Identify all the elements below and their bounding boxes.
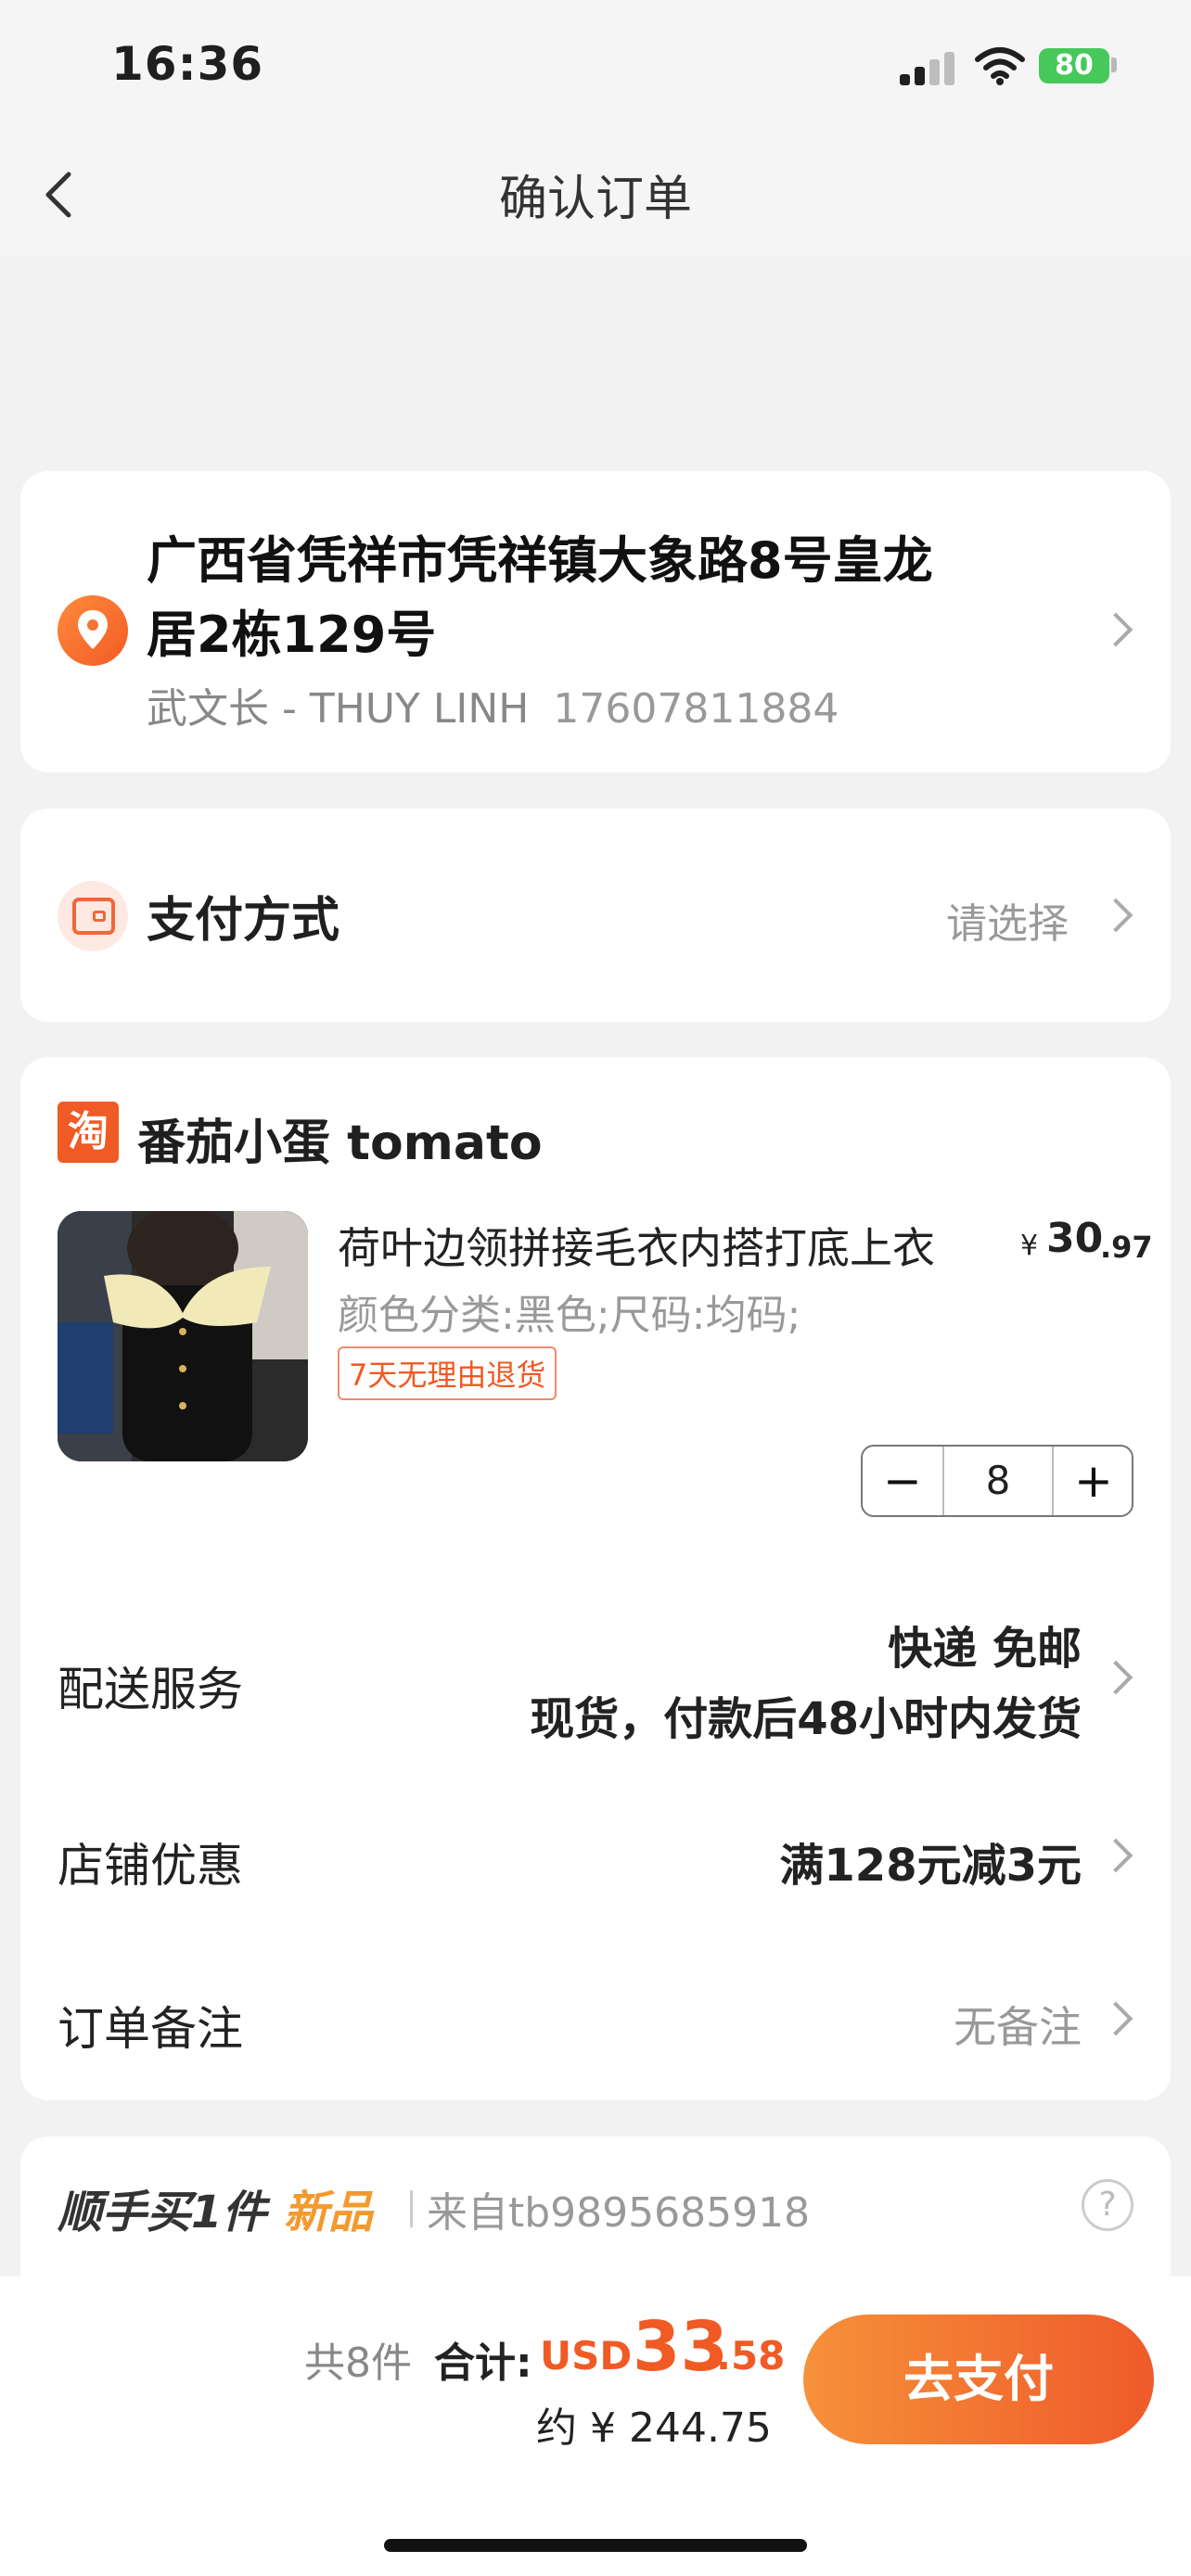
battery-icon: 80 bbox=[1039, 48, 1109, 83]
price-symbol: ¥ bbox=[1020, 1230, 1039, 1262]
delivery-time[interactable]: 现货，付款后48小时内发货 bbox=[530, 1682, 1082, 1747]
payment-value[interactable]: 请选择 bbox=[946, 890, 1069, 950]
home-indicator[interactable] bbox=[384, 2539, 807, 2552]
help-icon[interactable]: ? bbox=[1082, 2179, 1133, 2231]
taobao-logo-icon: 淘 bbox=[58, 1102, 119, 1163]
price-decimal: .97 bbox=[1100, 1230, 1153, 1265]
decrease-button[interactable]: − bbox=[863, 1447, 942, 1515]
discount-label: 店铺优惠 bbox=[58, 1839, 243, 1893]
recipient-info: 武文长 - THUY LINH 17607811884 bbox=[147, 675, 839, 734]
price-integer: 30 bbox=[1046, 1215, 1104, 1262]
total-currency: USD bbox=[540, 2333, 633, 2378]
payment-label: 支付方式 bbox=[147, 893, 340, 949]
item-count: 共8件 bbox=[304, 2340, 412, 2387]
delivery-method[interactable]: 快递 免邮 bbox=[888, 1612, 1082, 1677]
product-title[interactable]: 荷叶边领拼接毛衣内搭打底上衣 bbox=[338, 1215, 935, 1276]
divider bbox=[410, 2190, 413, 2227]
product-image[interactable] bbox=[58, 1211, 308, 1461]
address-line-1: 广西省凭祥市凭祥镇大象路8号皇龙 bbox=[147, 531, 933, 590]
address-line-2: 居2栋129号 bbox=[147, 606, 437, 664]
wallet-icon-clasp bbox=[93, 911, 106, 922]
location-pin-icon bbox=[58, 595, 128, 666]
addon-new-tag: 新品 bbox=[284, 2187, 374, 2238]
note-value[interactable]: 无备注 bbox=[954, 1994, 1082, 2055]
delivery-label: 配送服务 bbox=[58, 1663, 243, 1716]
total-amount-integer: 33 bbox=[633, 2307, 728, 2387]
signal-icon bbox=[900, 52, 957, 85]
approx-cny-total: 约 ¥ 244.75 bbox=[536, 2404, 772, 2452]
return-policy-tag: 7天无理由退货 bbox=[338, 1346, 557, 1400]
addon-title: 顺手买1件 bbox=[58, 2187, 267, 2238]
shop-name[interactable]: 番茄小蛋 tomato bbox=[137, 1103, 543, 1173]
page-title: 确认订单 bbox=[498, 172, 692, 227]
quantity-stepper: − 8 + bbox=[861, 1445, 1133, 1517]
battery-tip bbox=[1111, 57, 1117, 72]
quantity-value[interactable]: 8 bbox=[942, 1447, 1054, 1515]
increase-button[interactable]: + bbox=[1054, 1447, 1133, 1515]
total-amount-decimal: .58 bbox=[716, 2333, 786, 2378]
note-label: 订单备注 bbox=[58, 2002, 243, 2056]
addon-source: 来自tb9895685918 bbox=[427, 2189, 811, 2237]
status-time: 16:36 bbox=[111, 37, 264, 91]
recipient-name: 武文长 - THUY LINH bbox=[147, 685, 530, 733]
product-spec[interactable]: 颜色分类:黑色;尺码:均码; bbox=[338, 1282, 800, 1341]
total-label: 合计: bbox=[434, 2340, 532, 2387]
discount-value[interactable]: 满128元减3元 bbox=[779, 1829, 1082, 1894]
wifi-icon bbox=[975, 47, 1025, 85]
pay-button[interactable]: 去支付 bbox=[803, 2315, 1154, 2444]
recipient-phone: 17607811884 bbox=[553, 685, 839, 733]
